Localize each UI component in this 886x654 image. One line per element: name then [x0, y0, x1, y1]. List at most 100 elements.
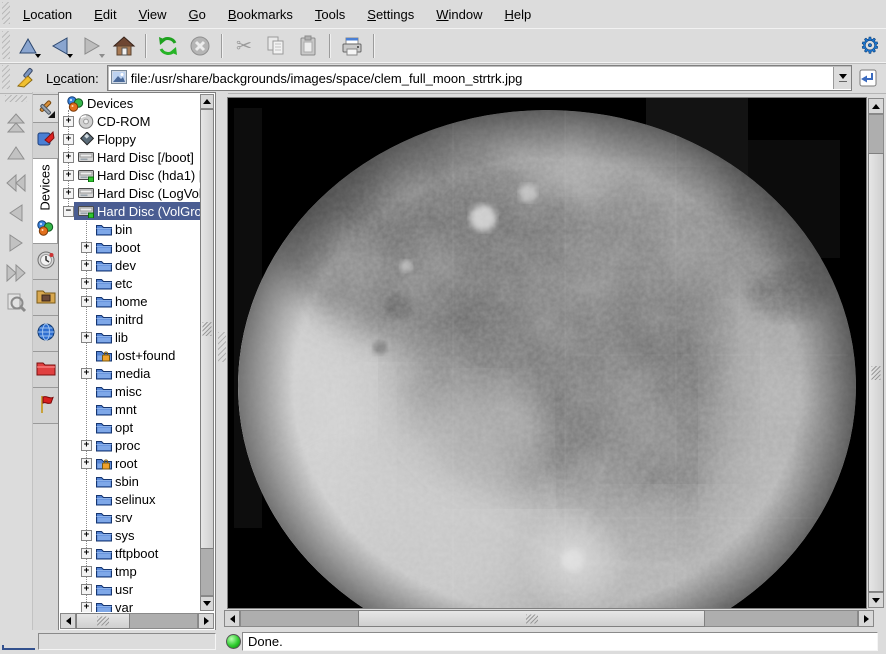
tree-row-srv[interactable]: srv: [60, 508, 201, 526]
tree-row-boot[interactable]: +boot: [60, 238, 201, 256]
tree-scroll-left-button[interactable]: [60, 613, 76, 629]
nav-double-up-button[interactable]: [2, 108, 30, 138]
viewer-vscrollbar-thumb[interactable]: [868, 153, 884, 592]
menu-go[interactable]: Go: [178, 3, 217, 26]
go-enter-icon[interactable]: [856, 66, 880, 90]
tree-row-tmp[interactable]: +tmp: [60, 562, 201, 580]
nav-left-button[interactable]: [2, 198, 30, 228]
tree-row-tftpboot[interactable]: +tftpboot: [60, 544, 201, 562]
sidebar-tab-history[interactable]: [33, 243, 59, 280]
expand-toggle-icon[interactable]: +: [81, 242, 92, 253]
menu-edit[interactable]: Edit: [83, 3, 127, 26]
tree-row-hard-disc-volgrou[interactable]: −Hard Disc (VolGrou: [60, 202, 201, 220]
tree-hscrollbar-thumb[interactable]: [76, 613, 130, 629]
nav-double-right-button[interactable]: [2, 258, 30, 288]
tree-stub: [81, 386, 92, 397]
sidebar-tab-root[interactable]: [33, 351, 59, 388]
menu-tools[interactable]: Tools: [304, 3, 356, 26]
viewer-scroll-right-button[interactable]: [858, 610, 874, 627]
menu-location[interactable]: Location: [12, 3, 83, 26]
tree-scroll-up-button[interactable]: [200, 94, 214, 109]
viewer-scroll-up-button[interactable]: [868, 98, 884, 114]
tree-row-lib[interactable]: +lib: [60, 328, 201, 346]
expand-toggle-icon[interactable]: +: [81, 584, 92, 595]
tree-row-hard-disc-boot-[interactable]: +Hard Disc [/boot]: [60, 148, 201, 166]
menubar-drag-handle[interactable]: [2, 2, 10, 24]
reload-button[interactable]: [152, 31, 184, 61]
configure-panel-button[interactable]: [33, 94, 59, 123]
expand-toggle-icon[interactable]: +: [81, 602, 92, 613]
tree-row-hard-disc-hda1-[interactable]: +Hard Disc (hda1) [/: [60, 166, 201, 184]
tree-row-initrd[interactable]: initrd: [60, 310, 201, 328]
toolbar-drag-handle[interactable]: [2, 31, 10, 59]
tree-row-usr[interactable]: + usr: [60, 580, 201, 598]
menu-settings[interactable]: Settings: [356, 3, 425, 26]
sidebar-tab-bookmarks[interactable]: [33, 122, 59, 159]
tree-row-sys[interactable]: +sys: [60, 526, 201, 544]
sidebar-tab-devices[interactable]: Devices: [33, 158, 58, 244]
expand-toggle-icon[interactable]: +: [81, 440, 92, 451]
tree-item-label: usr: [114, 582, 133, 597]
nav-right-button[interactable]: [2, 228, 30, 258]
menu-window[interactable]: Window: [425, 3, 493, 26]
menu-bookmarks[interactable]: Bookmarks: [217, 3, 304, 26]
nav-up-button[interactable]: [2, 138, 30, 168]
home-button[interactable]: [108, 31, 140, 61]
expand-toggle-icon[interactable]: +: [81, 530, 92, 541]
expand-toggle-icon[interactable]: +: [81, 368, 92, 379]
tree-item-label: home: [114, 294, 148, 309]
collapse-toggle-icon[interactable]: −: [63, 206, 74, 217]
expand-toggle-icon[interactable]: +: [81, 260, 92, 271]
tree-row-var[interactable]: +var: [60, 598, 201, 612]
sidebar-tab-services[interactable]: [33, 387, 59, 424]
back-button[interactable]: [44, 31, 76, 61]
sidebar-tab-network[interactable]: [33, 315, 59, 352]
tree-scroll-right-button[interactable]: [198, 613, 214, 629]
up-button[interactable]: [12, 31, 44, 61]
tree-scroll-down-button[interactable]: [200, 596, 214, 611]
tree-row-cd-rom[interactable]: +CD-ROM: [60, 112, 201, 130]
tree-row-root[interactable]: +root: [60, 454, 201, 472]
tree-row-lost-found[interactable]: lost+found: [60, 346, 201, 364]
tree-row-etc[interactable]: +etc: [60, 274, 201, 292]
konqueror-gear-icon[interactable]: ⚙: [854, 31, 886, 61]
tree-row-dev[interactable]: +dev: [60, 256, 201, 274]
menu-help[interactable]: Help: [494, 3, 543, 26]
viewer-scroll-left-button[interactable]: [224, 610, 240, 627]
navcol-drag-handle[interactable]: [5, 95, 27, 102]
viewer-hscrollbar-thumb[interactable]: [358, 610, 705, 627]
expand-toggle-icon[interactable]: +: [81, 296, 92, 307]
location-dropdown-button[interactable]: [833, 67, 851, 89]
expand-toggle-icon[interactable]: +: [81, 548, 92, 559]
expand-toggle-icon[interactable]: +: [63, 188, 74, 199]
location-input[interactable]: [131, 68, 833, 88]
tree-row-mnt[interactable]: mnt: [60, 400, 201, 418]
tree-row-misc[interactable]: misc: [60, 382, 201, 400]
tree-row-sbin[interactable]: sbin: [60, 472, 201, 490]
clear-location-broom-icon[interactable]: [12, 63, 40, 93]
tree-row-bin[interactable]: bin: [60, 220, 201, 238]
tree-row-selinux[interactable]: selinux: [60, 490, 201, 508]
print-button[interactable]: [336, 31, 368, 61]
menu-view[interactable]: View: [128, 3, 178, 26]
tree-row-home[interactable]: + home: [60, 292, 201, 310]
expand-toggle-icon[interactable]: +: [63, 116, 74, 127]
locbar-drag-handle[interactable]: [2, 65, 10, 89]
tree-vscrollbar-thumb[interactable]: [200, 109, 214, 549]
expand-toggle-icon[interactable]: +: [81, 566, 92, 577]
tree-row-floppy[interactable]: +Floppy: [60, 130, 201, 148]
tree-root-row[interactable]: Devices: [60, 94, 201, 112]
expand-toggle-icon[interactable]: +: [81, 278, 92, 289]
viewer-scroll-down-button[interactable]: [868, 592, 884, 608]
expand-toggle-icon[interactable]: +: [81, 332, 92, 343]
nav-preview-button[interactable]: [2, 288, 30, 318]
tree-row-opt[interactable]: opt: [60, 418, 201, 436]
expand-toggle-icon[interactable]: +: [63, 152, 74, 163]
tree-row-media[interactable]: +media: [60, 364, 201, 382]
tree-row-proc[interactable]: +proc: [60, 436, 201, 454]
expand-toggle-icon[interactable]: +: [63, 134, 74, 145]
sidebar-tab-home[interactable]: [33, 279, 59, 316]
expand-toggle-icon[interactable]: +: [63, 170, 74, 181]
expand-toggle-icon[interactable]: +: [81, 458, 92, 469]
tree-row-hard-disc-logvol0[interactable]: +Hard Disc (LogVol0: [60, 184, 201, 202]
